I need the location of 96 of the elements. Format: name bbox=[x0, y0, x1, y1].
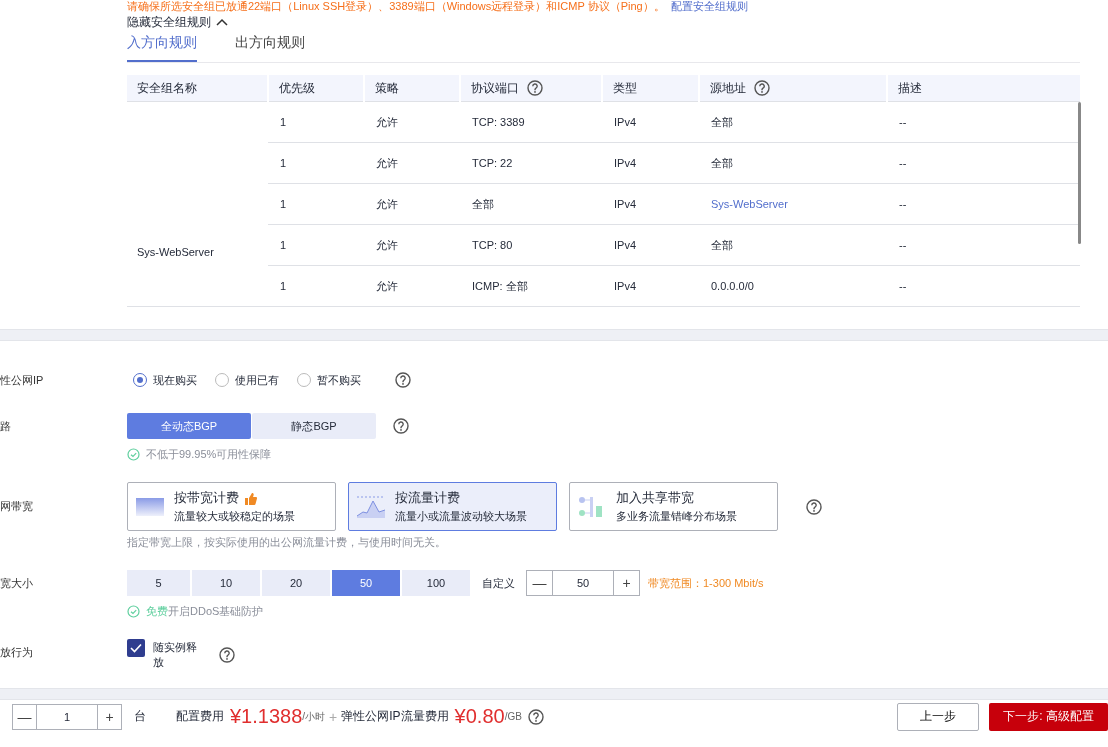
table-cell: TCP: 80 bbox=[472, 239, 513, 251]
column-header: 描述 bbox=[898, 80, 922, 95]
radio-option[interactable]: 现在购买 bbox=[133, 372, 197, 388]
release-checkbox[interactable]: 随实例释放 bbox=[127, 639, 203, 670]
next-button[interactable]: 下一步: 高级配置 bbox=[989, 702, 1108, 731]
field-label: 宽大小 bbox=[0, 576, 34, 591]
source-link[interactable]: Sys-WebServer bbox=[711, 198, 788, 210]
table-cell: IPv4 bbox=[614, 239, 636, 251]
plus-button[interactable]: + bbox=[614, 570, 640, 596]
table-cell: -- bbox=[899, 280, 907, 292]
price-label: 弹性公网IP流量费用 bbox=[341, 708, 449, 725]
radio-option[interactable]: 暂不购买 bbox=[297, 372, 361, 388]
price-unit: /小时 bbox=[302, 710, 326, 722]
area-chart-icon bbox=[357, 495, 385, 518]
configure-rules-link[interactable]: 配置安全组规则 bbox=[670, 0, 748, 12]
custom-label: 自定义 bbox=[482, 575, 515, 591]
table-cell: IPv4 bbox=[614, 157, 636, 169]
line-option[interactable]: 全动态BGP bbox=[127, 413, 251, 439]
table-cell: 1 bbox=[280, 198, 287, 210]
table-cell: 允许 bbox=[376, 279, 398, 292]
billing-card[interactable]: 按流量计费 流量小或流量波动较大场景 bbox=[348, 482, 557, 531]
table-cell: -- bbox=[899, 239, 907, 251]
plus-sign: + bbox=[329, 708, 338, 725]
card-description: 多业务流量错峰分布场景 bbox=[616, 509, 737, 524]
table-cell: TCP: 22 bbox=[472, 157, 513, 169]
column-header: 优先级 bbox=[279, 80, 315, 95]
unit-label: 台 bbox=[134, 708, 146, 725]
column-header: 类型 bbox=[613, 80, 637, 95]
table-cell: IPv4 bbox=[614, 280, 636, 292]
column-header: 协议端口 bbox=[471, 80, 519, 95]
table-cell: 1 bbox=[280, 280, 287, 292]
bandwidth-option[interactable]: 10 bbox=[192, 570, 260, 596]
bandwidth-option[interactable]: 100 bbox=[402, 570, 470, 596]
table-cell: 0.0.0.0/0 bbox=[711, 280, 754, 292]
chevron-icon bbox=[216, 18, 228, 26]
table-cell: -- bbox=[899, 116, 907, 128]
notice-text: 请确保所选安全组已放通22端口（Linux SSH登录）、3389端口（Windows远程登录）和ICMP 协议（Ping）。 bbox=[127, 0, 665, 12]
radio-option[interactable]: 使用已有 bbox=[215, 372, 279, 388]
card-title: 按带宽计费 bbox=[174, 489, 239, 507]
price-unit: /GB bbox=[504, 711, 522, 722]
bar-chart-icon bbox=[136, 495, 164, 518]
column-header: 源地址 bbox=[710, 80, 746, 95]
check-circle-icon bbox=[127, 605, 140, 618]
table-cell: -- bbox=[899, 157, 907, 169]
column-header: 安全组名称 bbox=[137, 80, 197, 95]
note-text: 免费开启DDoS基础防护 bbox=[146, 604, 264, 619]
help-icon bbox=[527, 708, 544, 725]
bandwidth-option[interactable]: 5 bbox=[127, 570, 190, 596]
table-cell: 允许 bbox=[376, 238, 398, 251]
card-description: 流量小或流量波动较大场景 bbox=[395, 509, 527, 524]
bandwidth-option[interactable]: 50 bbox=[332, 570, 400, 596]
range-hint: 带宽范围：1-300 Mbit/s bbox=[648, 575, 764, 591]
table-cell: Sys-WebServer bbox=[137, 246, 214, 258]
bandwidth-option[interactable]: 20 bbox=[262, 570, 330, 596]
field-label: 放行为 bbox=[0, 645, 34, 660]
table-cell: 1 bbox=[280, 116, 287, 128]
table-cell: 允许 bbox=[376, 197, 398, 210]
table-cell: 全部 bbox=[711, 238, 733, 251]
field-label: 路 bbox=[0, 419, 12, 434]
bandwidth-input[interactable]: 50 bbox=[552, 570, 614, 596]
minus-button[interactable]: — bbox=[526, 570, 552, 596]
scrollbar[interactable] bbox=[1078, 102, 1081, 244]
table-cell: -- bbox=[899, 198, 907, 210]
plus-button[interactable]: + bbox=[98, 703, 122, 730]
table-cell: ICMP: 全部 bbox=[472, 279, 528, 292]
price: ¥0.80 bbox=[454, 705, 505, 728]
hide-rules-toggle[interactable]: 隐藏安全组规则 bbox=[127, 13, 228, 31]
card-title: 加入共享带宽 bbox=[616, 489, 694, 507]
table-cell: 全部 bbox=[711, 115, 733, 128]
column-header: 策略 bbox=[375, 80, 399, 95]
rule-tab[interactable]: 入方向规则 bbox=[127, 32, 197, 62]
note-text: 不低于99.95%可用性保障 bbox=[146, 447, 272, 462]
quantity-input[interactable]: 1 bbox=[36, 703, 98, 730]
table-cell: IPv4 bbox=[614, 116, 636, 128]
line-option[interactable]: 静态BGP bbox=[252, 413, 376, 439]
card-description: 流量较大或较稳定的场景 bbox=[174, 509, 295, 524]
rule-tab[interactable]: 出方向规则 bbox=[235, 32, 305, 62]
billing-card[interactable]: 加入共享带宽 多业务流量错峰分布场景 bbox=[569, 482, 778, 531]
table-cell: 1 bbox=[280, 239, 287, 251]
card-title: 按流量计费 bbox=[395, 489, 460, 507]
table-cell: TCP: 3389 bbox=[472, 116, 525, 128]
minus-button[interactable]: — bbox=[12, 703, 36, 730]
table-cell: 1 bbox=[280, 157, 287, 169]
table-cell: 全部 bbox=[711, 156, 733, 169]
field-label: 性公网IP bbox=[0, 373, 45, 388]
table-cell: IPv4 bbox=[614, 198, 636, 210]
table-cell: 允许 bbox=[376, 156, 398, 169]
hint-text: 指定带宽上限，按实际使用的出公网流量计费，与使用时间无关。 bbox=[127, 535, 447, 550]
previous-button[interactable]: 上一步 bbox=[897, 702, 980, 731]
field-label: 网带宽 bbox=[0, 499, 34, 514]
table-cell: 允许 bbox=[376, 115, 398, 128]
table-cell: 全部 bbox=[472, 197, 494, 210]
price: ¥1.1388 bbox=[230, 705, 303, 728]
price-label: 配置费用 bbox=[176, 708, 224, 725]
billing-card[interactable]: 按带宽计费 流量较大或较稳定的场景 bbox=[127, 482, 336, 531]
check-circle-icon bbox=[127, 448, 140, 461]
